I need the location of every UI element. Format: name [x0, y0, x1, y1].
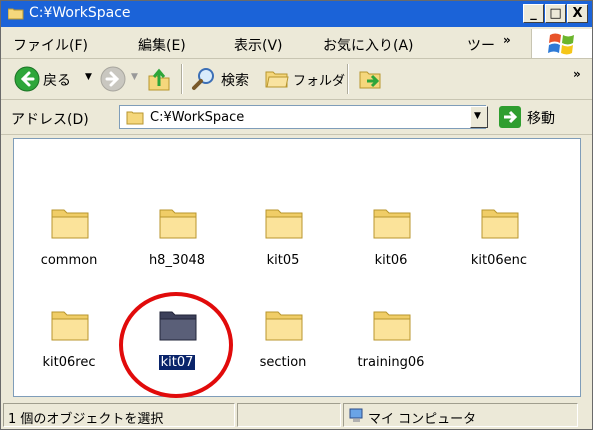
status-empty-panel: [237, 403, 341, 427]
back-dropdown-icon[interactable]: ▼: [85, 72, 92, 82]
folder-icon: [51, 311, 89, 341]
folder-icon: [8, 8, 24, 20]
my-computer-icon: [349, 408, 363, 422]
toolbar-separator: [181, 64, 183, 94]
search-icon[interactable]: [191, 66, 217, 92]
folder-item[interactable]: kit06rec: [24, 306, 114, 396]
toolbar-overflow-button[interactable]: »: [573, 67, 581, 81]
folder-icon: [159, 209, 197, 239]
address-dropdown-button[interactable]: ▼: [470, 106, 488, 128]
folder-name: kit06: [374, 253, 408, 268]
go-icon[interactable]: [499, 106, 521, 128]
toolbar-separator: [347, 64, 349, 94]
folder-icon: [373, 311, 411, 341]
address-value: C:¥WorkSpace: [150, 110, 245, 125]
address-input[interactable]: C:¥WorkSpace: [119, 105, 486, 129]
folder-name: kit06rec: [42, 355, 96, 370]
status-bar: 1 個のオブジェクトを選択 マイ コンピュータ: [1, 401, 592, 429]
menu-favorites[interactable]: お気に入り(A): [323, 35, 414, 55]
explorer-window: C:¥WorkSpace _ □ X ファイル(F) 編集(E) 表示(V) お…: [0, 0, 593, 430]
go-button-label[interactable]: 移動: [527, 108, 555, 128]
window-title: C:¥WorkSpace: [29, 5, 131, 21]
folder-name: kit06enc: [470, 253, 528, 268]
menu-tools[interactable]: ツー: [467, 35, 495, 55]
menu-file[interactable]: ファイル(F): [13, 35, 88, 55]
folder-name: section: [259, 355, 307, 370]
search-button-label[interactable]: 検索: [221, 70, 249, 90]
folder-icon: [126, 111, 144, 125]
title-bar[interactable]: C:¥WorkSpace _ □ X: [1, 1, 592, 27]
minimize-button[interactable]: _: [523, 4, 544, 23]
folder-item[interactable]: training06: [346, 306, 436, 396]
status-location: マイ コンピュータ: [343, 403, 578, 427]
menu-bar: ファイル(F) 編集(E) 表示(V) お気に入り(A) ツー »: [1, 28, 592, 59]
address-bar: アドレス(D) C:¥WorkSpace ▼ 移動: [1, 100, 592, 135]
folder-name: kit05: [266, 253, 300, 268]
folders-icon[interactable]: [265, 67, 289, 89]
status-location-label: マイ コンピュータ: [368, 412, 477, 427]
menu-edit[interactable]: 編集(E): [138, 35, 186, 55]
windows-logo: [531, 29, 592, 58]
address-label: アドレス(D): [11, 112, 89, 128]
up-folder-icon[interactable]: [147, 66, 171, 92]
folder-icon: [265, 209, 303, 239]
forward-dropdown-icon[interactable]: ▼: [131, 72, 138, 82]
status-selection: 1 個のオブジェクトを選択: [3, 403, 235, 427]
maximize-button[interactable]: □: [545, 4, 566, 23]
folder-item[interactable]: kit06: [346, 204, 436, 294]
folder-item[interactable]: h8_3048: [132, 204, 222, 294]
folder-icon: [481, 209, 519, 239]
folder-icon: [159, 311, 197, 341]
back-arrow-icon[interactable]: [14, 66, 40, 92]
chevron-down-icon: ▼: [474, 111, 481, 121]
folder-name: training06: [357, 355, 425, 370]
close-button[interactable]: X: [567, 4, 588, 23]
back-button-label[interactable]: 戻る: [43, 70, 71, 90]
folder-icon: [373, 209, 411, 239]
file-list-pane[interactable]: common h8_3048 kit05 kit06 kit06enc kit0…: [13, 138, 581, 397]
forward-arrow-icon[interactable]: [100, 66, 126, 92]
folder-item[interactable]: kit05: [238, 204, 328, 294]
menu-overflow-button[interactable]: »: [503, 33, 511, 47]
folder-name: common: [40, 253, 98, 268]
menu-view[interactable]: 表示(V): [234, 35, 283, 55]
folder-name: h8_3048: [148, 253, 206, 268]
folder-item[interactable]: kit06enc: [454, 204, 544, 294]
folder-icon: [265, 311, 303, 341]
folder-item[interactable]: common: [24, 204, 114, 294]
standard-toolbar: 戻る ▼ ▼ 検索 フォルダ »: [1, 59, 592, 100]
folder-item-selected[interactable]: kit07: [132, 306, 222, 396]
folder-name: kit07: [157, 354, 197, 371]
folder-item[interactable]: section: [238, 306, 328, 396]
folder-icon: [51, 209, 89, 239]
folders-button-label[interactable]: フォルダ: [293, 70, 345, 89]
move-to-icon[interactable]: [358, 66, 384, 92]
